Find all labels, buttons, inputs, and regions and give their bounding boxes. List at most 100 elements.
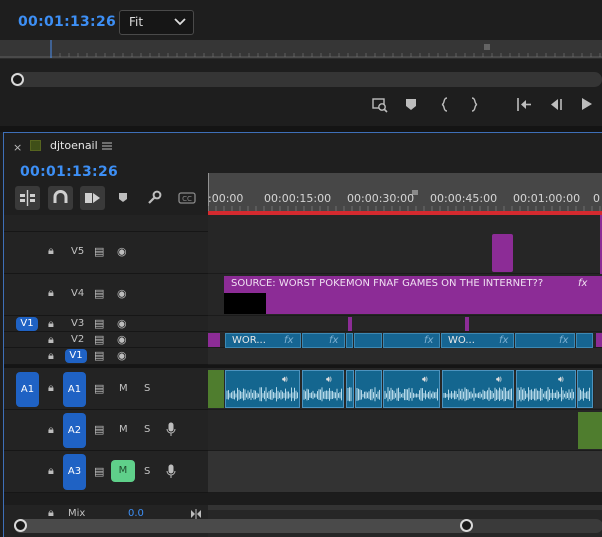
clip-v3-b[interactable] <box>465 317 469 331</box>
add-marker-icon[interactable] <box>405 98 417 111</box>
linked-selection-button[interactable] <box>80 186 105 210</box>
microphone-icon[interactable] <box>166 422 176 437</box>
clip-v2-8[interactable] <box>576 333 593 348</box>
track-target-a3[interactable]: A3 <box>63 454 86 490</box>
clip-v2-4[interactable] <box>354 333 382 348</box>
eye-icon[interactable]: ◉ <box>117 317 127 330</box>
go-to-in-icon[interactable] <box>516 98 532 111</box>
clip-v2-2[interactable]: fx <box>302 333 345 348</box>
lock-icon[interactable]: 🔒︎ <box>48 464 54 478</box>
clip-v3-a[interactable] <box>348 317 352 331</box>
play-icon[interactable] <box>581 97 593 111</box>
source-patch-v1[interactable]: V1 <box>16 317 38 331</box>
clip-v2-purple[interactable] <box>208 333 220 347</box>
timeline-ruler[interactable]: :00:00 00:00:15:00 00:00:30:00 00:00:45:… <box>208 173 602 211</box>
lock-icon[interactable]: 🔒︎ <box>48 506 54 520</box>
sync-lock-icon[interactable]: ▤ <box>94 317 104 330</box>
sync-lock-icon[interactable]: ▤ <box>94 287 104 300</box>
solo-button[interactable]: S <box>144 424 150 435</box>
eye-icon[interactable]: ◉ <box>117 287 127 300</box>
sync-lock-icon[interactable]: ▤ <box>94 245 104 258</box>
track-name: V4 <box>71 288 85 299</box>
track-lane-a2[interactable] <box>208 410 602 451</box>
captions-icon[interactable]: CC <box>178 192 196 204</box>
sync-lock-icon[interactable]: ▤ <box>94 349 104 362</box>
eye-icon[interactable]: ◉ <box>117 349 127 362</box>
mute-button[interactable]: M <box>119 424 128 435</box>
audio-waveforms: 🔊︎ 🔊︎ 🔊︎ 🔊︎ 🔊︎ <box>225 370 593 408</box>
mark-out-icon[interactable] <box>469 97 479 112</box>
track-lane-v1[interactable] <box>208 348 602 365</box>
track-header-v2: 🔒︎ V2 ▤ ◉ <box>4 332 208 348</box>
sync-lock-icon[interactable]: ▤ <box>94 333 104 346</box>
fx-badge: fx <box>578 278 588 289</box>
scrollbar-handle-right[interactable] <box>460 519 473 532</box>
step-back-icon[interactable] <box>549 98 563 111</box>
clip-a1-green[interactable] <box>208 370 224 408</box>
track-lane-v3[interactable] <box>208 316 602 332</box>
clip-a2-green[interactable] <box>578 412 602 449</box>
clip-v2-1[interactable]: WOR... fx <box>225 333 301 348</box>
sync-lock-icon[interactable]: ▤ <box>94 382 104 395</box>
mix-value[interactable]: 0.0 <box>128 508 144 519</box>
track-header-v4: 🔒︎ V4 ▤ ◉ <box>4 274 208 316</box>
solo-button[interactable]: S <box>144 383 150 394</box>
clip-v4-title[interactable]: SOURCE: WORST POKEMON FNAF GAMES ON THE … <box>224 276 602 314</box>
close-tab-icon[interactable]: × <box>13 141 22 154</box>
lock-icon[interactable]: 🔒︎ <box>48 244 54 258</box>
audio-clips-a1[interactable]: 🔊︎ 🔊︎ 🔊︎ 🔊︎ 🔊︎ <box>225 370 593 408</box>
track-lane-a3[interactable] <box>208 451 602 493</box>
clip-v2-7[interactable]: fx <box>515 333 575 348</box>
fx-badge: fx <box>559 335 569 346</box>
lock-icon[interactable]: 🔒︎ <box>48 349 54 363</box>
insert-nest-icon <box>20 190 35 206</box>
eye-icon[interactable]: ◉ <box>117 245 127 258</box>
monitor-ruler[interactable] <box>0 40 602 58</box>
track-target-a1[interactable]: A1 <box>63 372 86 407</box>
scrollbar-handle-left[interactable] <box>11 73 24 86</box>
program-timecode[interactable]: 00:01:13:26 <box>18 14 116 30</box>
mute-button[interactable]: M <box>119 383 128 394</box>
go-to-end-icon[interactable] <box>190 509 202 519</box>
sync-lock-icon[interactable]: ▤ <box>94 423 104 436</box>
clip-v2-3[interactable] <box>346 333 353 348</box>
scrollbar-thumb[interactable] <box>14 519 467 533</box>
track-target-v1[interactable]: V1 <box>65 349 87 363</box>
panel-menu-icon[interactable] <box>102 142 112 150</box>
zoom-scrollbar[interactable] <box>12 72 602 87</box>
eye-icon[interactable]: ◉ <box>117 333 127 346</box>
microphone-icon[interactable] <box>166 464 176 479</box>
lock-icon[interactable]: 🔒︎ <box>48 333 54 347</box>
sync-lock-icon[interactable]: ▤ <box>94 465 104 478</box>
svg-text:🔊︎: 🔊︎ <box>496 375 502 385</box>
settings-wrench-icon[interactable] <box>147 190 162 205</box>
snap-button[interactable] <box>48 186 73 210</box>
linked-selection-icon <box>85 193 100 203</box>
track-name: V3 <box>71 318 85 329</box>
svg-text:CC: CC <box>182 195 192 203</box>
insert-nest-button[interactable] <box>15 186 40 210</box>
clip-name: WOR... <box>232 335 266 346</box>
add-marker-icon[interactable] <box>118 192 128 203</box>
lock-icon[interactable]: 🔒︎ <box>48 381 54 395</box>
clip-name: SOURCE: WORST POKEMON FNAF GAMES ON THE … <box>231 278 544 289</box>
scrollbar-handle-left[interactable] <box>14 519 27 532</box>
source-patch-a1[interactable]: A1 <box>16 372 39 407</box>
lock-icon[interactable]: 🔒︎ <box>48 423 54 437</box>
solo-button[interactable]: S <box>144 466 150 477</box>
clip-v2-5[interactable]: fx <box>383 333 440 348</box>
track-target-a2[interactable]: A2 <box>63 413 86 448</box>
lock-icon[interactable]: 🔒︎ <box>48 286 54 300</box>
export-frame-icon[interactable] <box>372 97 388 113</box>
clip-v5[interactable] <box>492 234 513 272</box>
mark-in-icon[interactable] <box>440 97 450 112</box>
svg-text:🔊︎: 🔊︎ <box>558 375 564 385</box>
track-lane-v5[interactable] <box>208 232 602 274</box>
timeline-timecode[interactable]: 00:01:13:26 <box>20 164 118 180</box>
mute-button-active[interactable]: M <box>111 460 135 482</box>
ruler-ticks <box>208 173 601 211</box>
zoom-select[interactable]: Fit <box>119 10 194 35</box>
sequence-tab-name[interactable]: djtoenail <box>50 139 98 152</box>
lock-icon[interactable]: 🔒︎ <box>48 317 54 331</box>
clip-v2-6[interactable]: WO... fx <box>441 333 514 348</box>
